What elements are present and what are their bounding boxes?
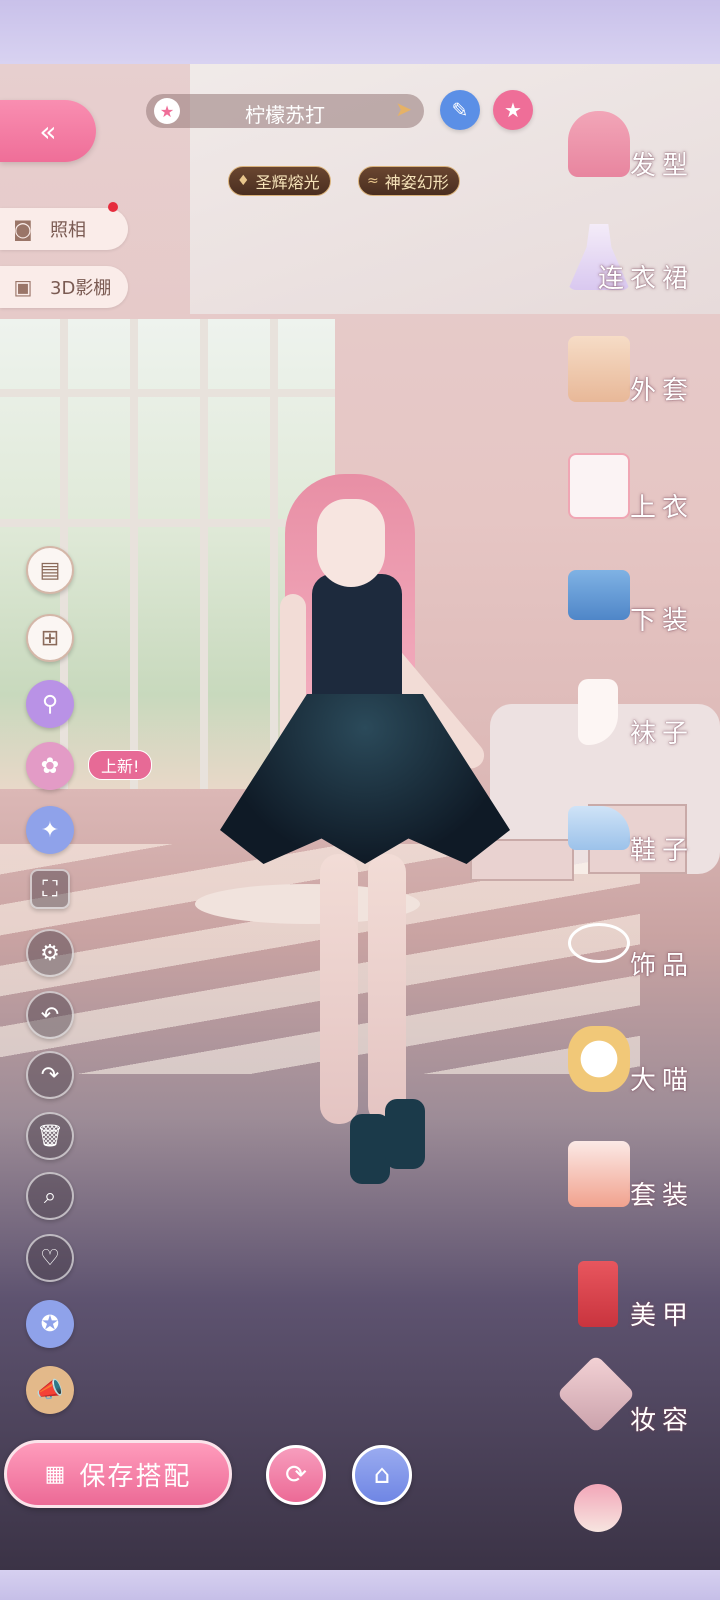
- category-nails[interactable]: 美甲: [554, 1255, 704, 1355]
- magic-star-tool[interactable]: ✦: [26, 806, 74, 854]
- outfit-set-icon: [568, 1141, 630, 1207]
- delete-tool[interactable]: 🗑: [26, 1112, 74, 1160]
- palette-icon: ✿: [40, 753, 60, 779]
- arrow-right-icon: ➤: [395, 97, 412, 121]
- double-chevron-left-icon: «: [39, 114, 57, 148]
- search-swap-icon: ⚲: [41, 691, 59, 717]
- shoe: [385, 1099, 425, 1169]
- undo-icon: ↶: [40, 1002, 60, 1028]
- megaphone-icon: 📣: [36, 1377, 64, 1403]
- category-coat[interactable]: 外套: [554, 330, 704, 430]
- back-button[interactable]: «: [0, 100, 96, 162]
- search-icon: ⌕: [43, 1183, 57, 1209]
- character-avatar[interactable]: [574, 1484, 622, 1532]
- search-tool[interactable]: ⌕: [26, 1172, 74, 1220]
- favorite-outfit-button[interactable]: ★: [493, 90, 533, 130]
- undo-tool[interactable]: ↶: [26, 991, 74, 1039]
- shoe: [350, 1114, 390, 1184]
- hair-icon: [568, 111, 630, 177]
- coat-icon: [568, 336, 630, 402]
- shirt-icon: [568, 453, 630, 519]
- category-bottom[interactable]: 下装: [554, 560, 704, 660]
- studio-3d-button[interactable]: ▣ 3D影棚: [0, 266, 128, 308]
- bottom-frame: [0, 1570, 720, 1600]
- flame-icon: ♦: [237, 173, 250, 189]
- add-layer-icon: ⊞: [40, 625, 60, 651]
- magic-star-icon: ✦: [40, 817, 60, 843]
- chip-shenghui[interactable]: ♦ 圣辉熔光: [228, 166, 331, 196]
- tiara-icon: [568, 923, 630, 963]
- redo-icon: ↷: [40, 1062, 60, 1088]
- category-socks[interactable]: 袜子: [554, 673, 704, 773]
- settings-tool[interactable]: ⚙: [26, 929, 74, 977]
- character-face: [317, 499, 385, 587]
- stand-icon: ▤: [39, 557, 61, 583]
- star-badge-icon: ✪: [40, 1311, 60, 1337]
- fullscreen-tool[interactable]: ⛶: [30, 869, 70, 909]
- category-dress[interactable]: 连衣裙: [554, 218, 704, 318]
- top-frame: [0, 0, 720, 64]
- switch-outfit-button[interactable]: ⟳: [266, 1445, 326, 1505]
- save-icon: ▦: [44, 1461, 68, 1487]
- scan-shirt-icon: ⌂: [373, 1460, 391, 1490]
- gear-icon: ⚙: [40, 940, 60, 966]
- makeup-icon: [556, 1354, 636, 1434]
- category-makeup[interactable]: 妆容: [554, 1354, 704, 1460]
- new-badge: 上新!: [88, 750, 153, 780]
- star-icon: ★: [504, 98, 522, 122]
- switch-icon: ⟳: [285, 1460, 307, 1490]
- sock-icon: [578, 679, 618, 745]
- star-collection-tool[interactable]: ✪: [26, 1300, 74, 1348]
- search-swap-tool[interactable]: ⚲: [26, 680, 74, 728]
- shoe-icon: [568, 806, 630, 850]
- chip-shenzi[interactable]: ≈ 神姿幻形: [358, 166, 460, 196]
- notification-dot: [108, 202, 118, 212]
- redo-tool[interactable]: ↷: [26, 1051, 74, 1099]
- photo-button[interactable]: ◙ 照相: [0, 208, 128, 250]
- fullscreen-icon: ⛶: [42, 876, 58, 902]
- outfit-name: 柠檬苏打: [245, 103, 325, 127]
- feather-skirt: [220, 694, 510, 864]
- save-outfit-button[interactable]: ▦ 保存搭配: [4, 1440, 232, 1508]
- shorts-icon: [568, 570, 630, 620]
- scan-outfit-button[interactable]: ⌂: [352, 1445, 412, 1505]
- favorite-tool[interactable]: ♡: [26, 1234, 74, 1282]
- pen-icon: ✎: [451, 98, 469, 122]
- edit-name-button[interactable]: ✎: [440, 90, 480, 130]
- nail-polish-icon: [578, 1261, 618, 1327]
- cube-icon: ▣: [13, 275, 33, 299]
- category-hairstyle[interactable]: 发型: [554, 105, 704, 205]
- character[interactable]: [200, 424, 580, 1204]
- heart-icon: ♡: [40, 1245, 60, 1271]
- cat-icon: [568, 1026, 630, 1092]
- announcement-tool[interactable]: 📣: [26, 1366, 74, 1414]
- category-top[interactable]: 上衣: [554, 447, 704, 547]
- category-big-cat[interactable]: 大喵: [554, 1020, 704, 1120]
- category-shoes[interactable]: 鞋子: [554, 790, 704, 890]
- trash-icon: 🗑: [36, 1123, 64, 1149]
- category-outfit-set[interactable]: 套装: [554, 1135, 704, 1235]
- wing-icon: ≈: [367, 173, 379, 189]
- add-layer-tool[interactable]: ⊞: [26, 614, 74, 662]
- category-accessories[interactable]: 饰品: [554, 905, 704, 1005]
- outfit-name-bar[interactable]: ★ 柠檬苏打 ➤: [146, 94, 424, 128]
- camera-icon: ◙: [13, 217, 33, 241]
- phone-stand-tool[interactable]: ▤: [26, 546, 74, 594]
- palette-tool[interactable]: ✿: [26, 742, 74, 790]
